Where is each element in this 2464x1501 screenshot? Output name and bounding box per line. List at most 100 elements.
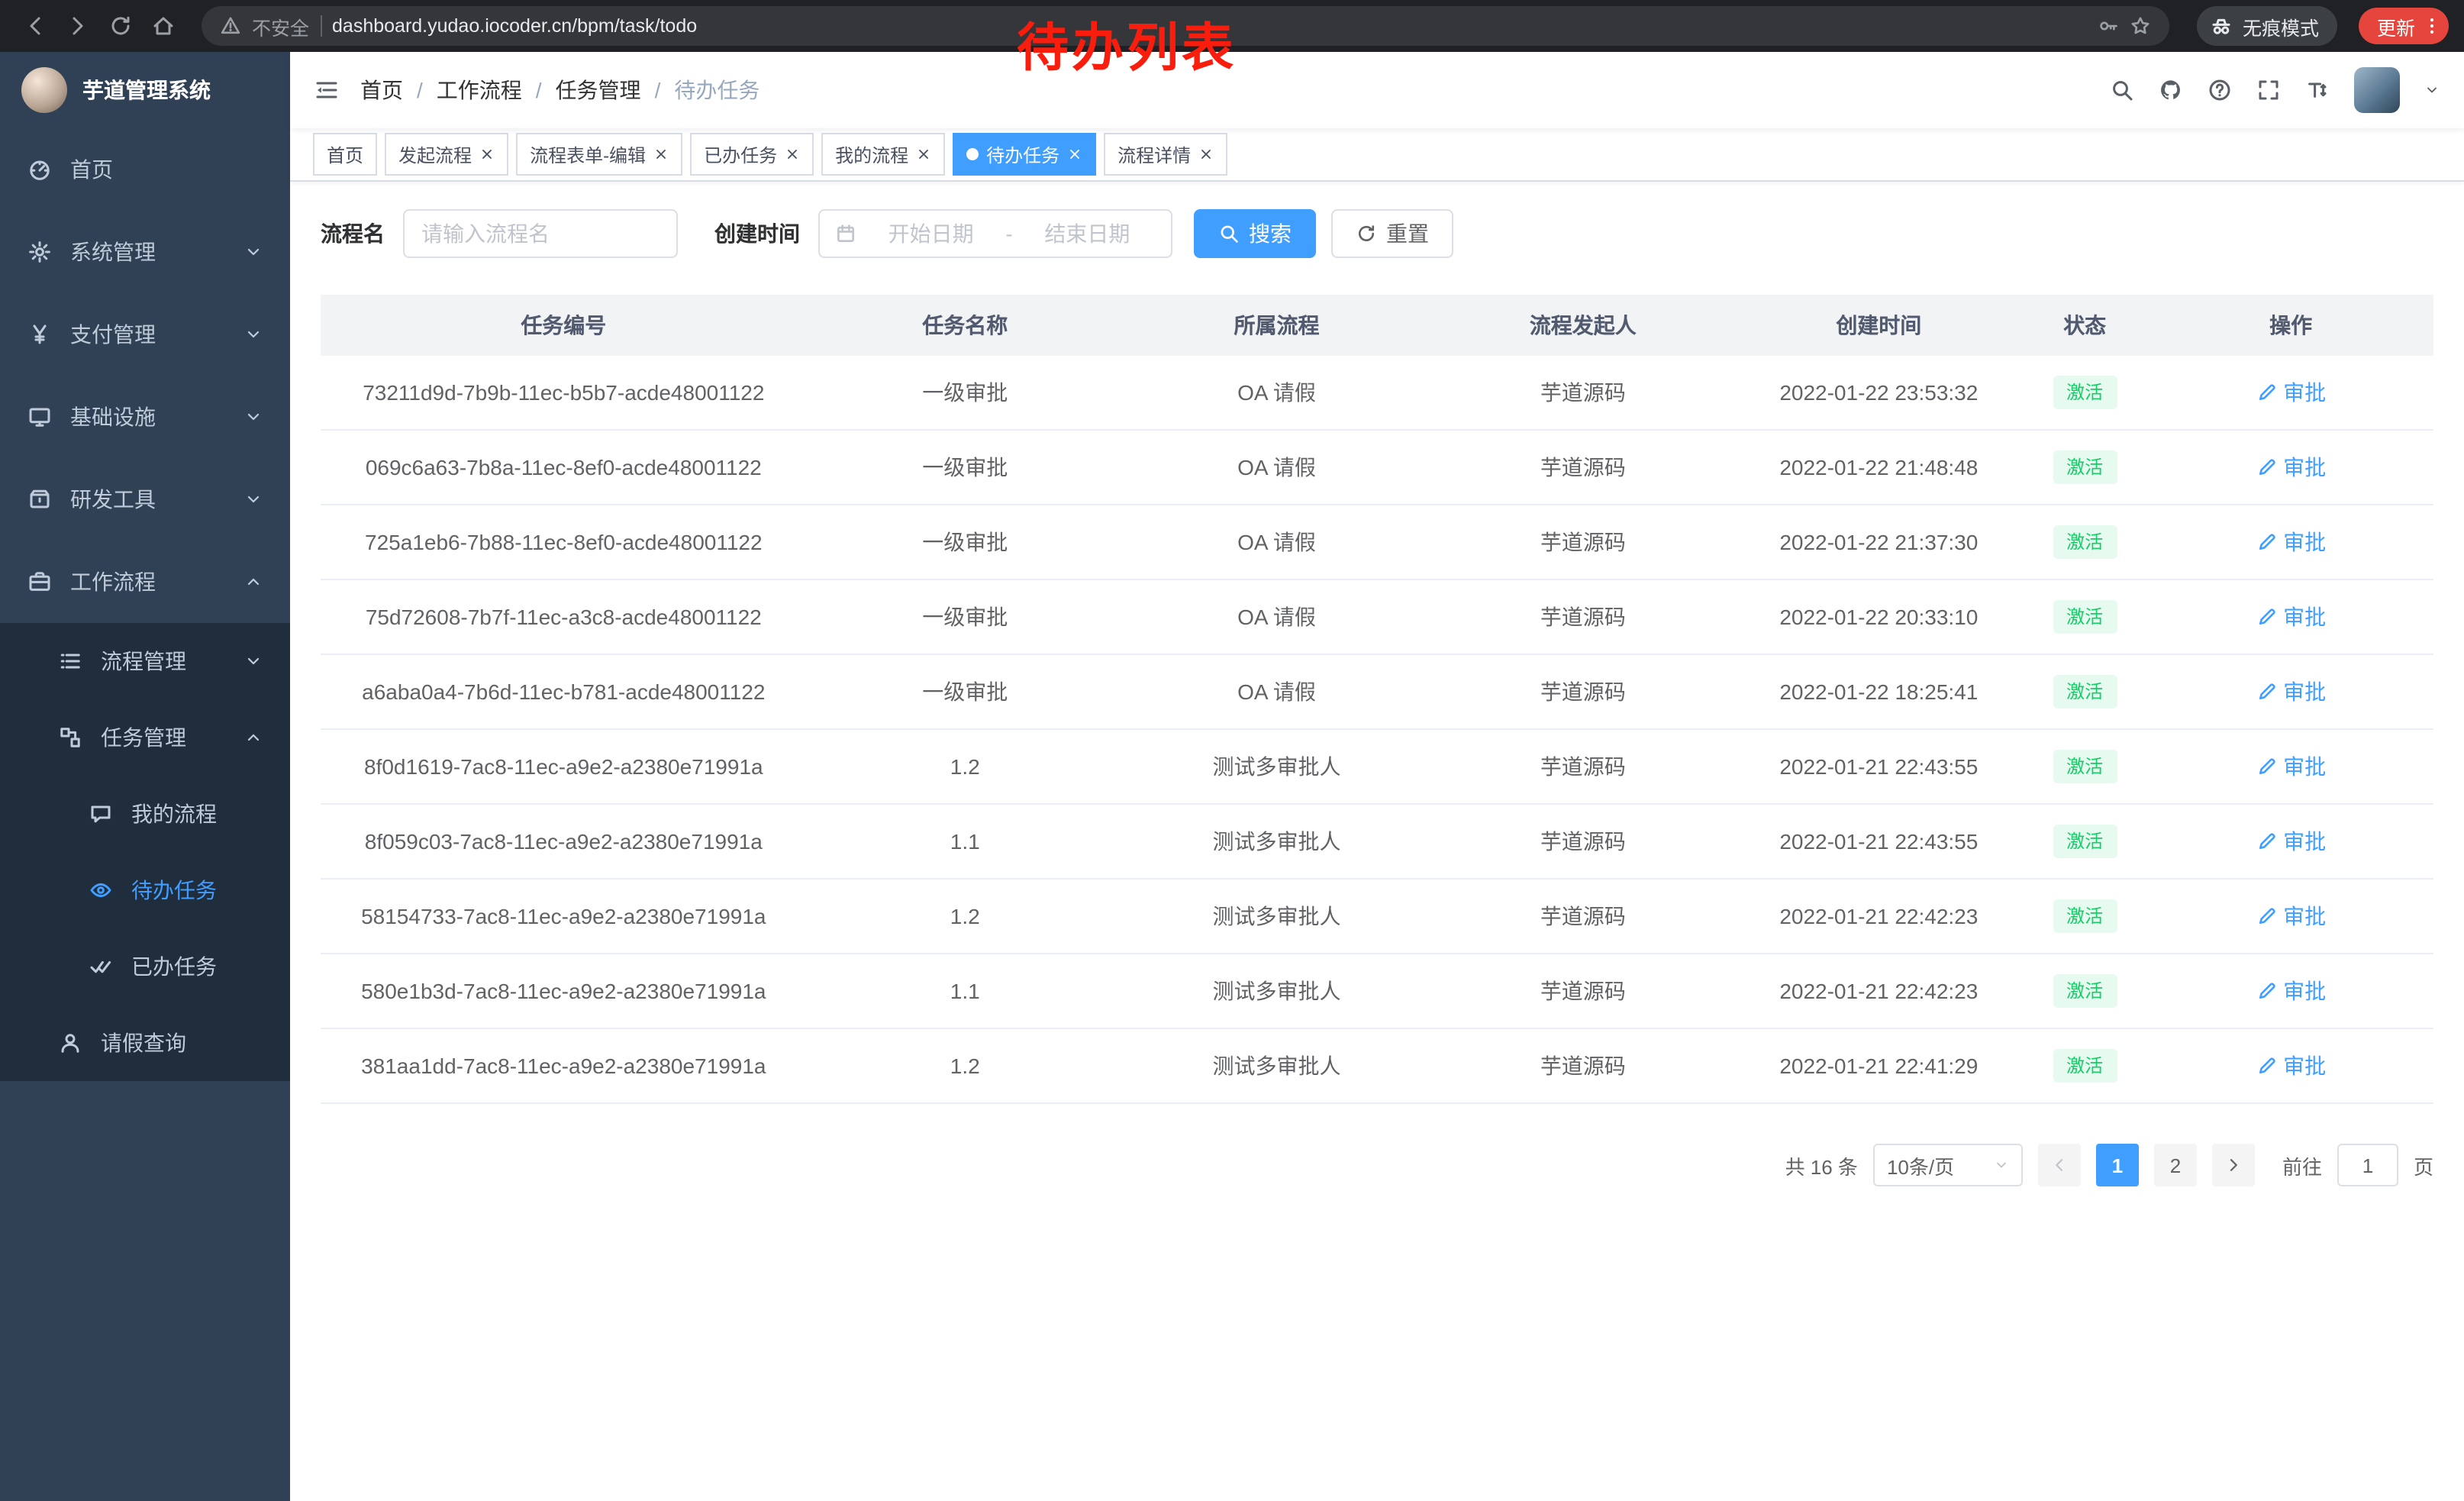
cell-created: 2022-01-22 21:37:30: [1737, 505, 2022, 579]
fullscreen-icon[interactable]: [2256, 78, 2281, 102]
goto-page-input[interactable]: [2337, 1144, 2398, 1186]
security-label[interactable]: 不安全: [252, 11, 309, 40]
breadcrumb-home[interactable]: 首页: [360, 75, 403, 105]
tab-my-process[interactable]: 我的流程: [821, 133, 945, 176]
update-button[interactable]: 更新: [2359, 8, 2449, 44]
browser-menu-icon[interactable]: [2421, 15, 2443, 37]
browser-reload-icon[interactable]: [101, 6, 140, 46]
browser-forward-icon[interactable]: [58, 6, 98, 46]
approve-button[interactable]: 审批: [2256, 976, 2326, 1006]
cell-initiator: 芋道源码: [1430, 804, 1736, 879]
approve-button[interactable]: 审批: [2256, 676, 2326, 707]
tab-done-task[interactable]: 已办任务: [690, 133, 814, 176]
avatar[interactable]: [2354, 67, 2400, 113]
cell-initiator: 芋道源码: [1430, 1028, 1736, 1103]
status-badge: 激活: [2053, 450, 2117, 484]
pen-icon: [2256, 905, 2277, 927]
incognito-label: 无痕模式: [2243, 11, 2319, 40]
tab-start-process[interactable]: 发起流程: [385, 133, 508, 176]
password-key-icon[interactable]: [2098, 15, 2119, 37]
font-size-icon[interactable]: [2305, 78, 2330, 102]
tab-home[interactable]: 首页: [313, 133, 377, 176]
pen-icon: [2256, 681, 2277, 702]
sidebar-collapse-icon[interactable]: [314, 78, 339, 102]
sidebar-item-todo-task[interactable]: 待办任务: [0, 852, 290, 928]
close-icon[interactable]: [785, 147, 800, 162]
end-date-placeholder[interactable]: 结束日期: [1019, 218, 1156, 249]
close-icon[interactable]: [1198, 147, 1214, 162]
approve-button[interactable]: 审批: [2256, 751, 2326, 782]
next-page-button[interactable]: [2212, 1144, 2255, 1186]
page-button-1[interactable]: 1: [2096, 1144, 2139, 1186]
approve-button[interactable]: 审批: [2256, 602, 2326, 632]
close-icon[interactable]: [479, 147, 495, 162]
table-row: a6aba0a4-7b6d-11ec-b781-acde48001122 一级审…: [321, 654, 2433, 729]
cell-created: 2022-01-22 18:25:41: [1737, 654, 2022, 729]
github-icon[interactable]: [2159, 78, 2183, 102]
approve-button[interactable]: 审批: [2256, 1051, 2326, 1081]
sidebar-item-label: 任务管理: [101, 722, 186, 753]
approve-button[interactable]: 审批: [2256, 826, 2326, 857]
app-logo[interactable]: 芋道管理系统: [0, 52, 290, 128]
sidebar-item-system[interactable]: 系统管理: [0, 211, 290, 293]
browser-back-icon[interactable]: [15, 6, 55, 46]
process-name-input[interactable]: [403, 209, 678, 258]
sidebar-item-my-process[interactable]: 我的流程: [0, 776, 290, 852]
search-button[interactable]: 搜索: [1194, 209, 1316, 258]
cell-action: 审批: [2148, 954, 2433, 1028]
status-badge: 激活: [2053, 1049, 2117, 1083]
cell-created: 2022-01-22 21:48:48: [1737, 430, 2022, 505]
cell-initiator: 芋道源码: [1430, 430, 1736, 505]
url-text[interactable]: dashboard.yudao.iocoder.cn/bpm/task/todo: [332, 15, 697, 37]
navbar-actions: [2110, 67, 2440, 113]
close-icon[interactable]: [1067, 147, 1082, 162]
close-icon[interactable]: [653, 147, 669, 162]
briefcase-icon: [27, 570, 52, 594]
cell-task-name: 一级审批: [807, 356, 1124, 430]
help-icon[interactable]: [2208, 78, 2232, 102]
browser-home-icon[interactable]: [144, 6, 183, 46]
start-date-placeholder[interactable]: 开始日期: [863, 218, 999, 249]
approve-button[interactable]: 审批: [2256, 527, 2326, 557]
sidebar-item-devtools[interactable]: 研发工具: [0, 458, 290, 541]
sidebar-item-label: 请假查询: [101, 1028, 186, 1058]
breadcrumb-workflow[interactable]: 工作流程: [437, 75, 522, 105]
cell-initiator: 芋道源码: [1430, 729, 1736, 804]
tab-form-edit[interactable]: 流程表单-编辑: [516, 133, 682, 176]
sidebar-item-workflow[interactable]: 工作流程: [0, 541, 290, 623]
chevron-down-icon[interactable]: [2424, 82, 2440, 98]
sidebar-item-home[interactable]: 首页: [0, 128, 290, 211]
cell-task-id: a6aba0a4-7b6d-11ec-b781-acde48001122: [321, 654, 807, 729]
col-process: 所属流程: [1124, 295, 1430, 356]
approve-button[interactable]: 审批: [2256, 377, 2326, 408]
close-icon[interactable]: [916, 147, 931, 162]
cell-task-name: 1.1: [807, 954, 1124, 1028]
sidebar-item-payment[interactable]: 支付管理: [0, 293, 290, 376]
tab-todo-task[interactable]: 待办任务: [953, 133, 1096, 176]
table-row: 725a1eb6-7b88-11ec-8ef0-acde48001122 一级审…: [321, 505, 2433, 579]
approve-button[interactable]: 审批: [2256, 901, 2326, 931]
sidebar-item-done-task[interactable]: 已办任务: [0, 928, 290, 1005]
pen-icon: [2256, 606, 2277, 628]
page-size-select[interactable]: 10条/页: [1873, 1144, 2023, 1186]
bookmark-star-icon[interactable]: [2130, 15, 2151, 37]
search-icon[interactable]: [2110, 78, 2134, 102]
page-button-2[interactable]: 2: [2154, 1144, 2197, 1186]
process-name-label: 流程名: [321, 218, 385, 249]
approve-button[interactable]: 审批: [2256, 452, 2326, 483]
cell-status: 激活: [2021, 804, 2148, 879]
date-range-picker[interactable]: 开始日期 - 结束日期: [818, 209, 1172, 258]
cell-created: 2022-01-22 23:53:32: [1737, 356, 2022, 430]
breadcrumb-task-mgmt[interactable]: 任务管理: [556, 75, 641, 105]
cell-created: 2022-01-22 20:33:10: [1737, 579, 2022, 654]
sidebar-item-leave-query[interactable]: 请假查询: [0, 1005, 290, 1081]
sidebar-item-infrastructure[interactable]: 基础设施: [0, 376, 290, 458]
page-unit-label: 页: [2414, 1151, 2433, 1180]
sidebar-item-task-mgmt[interactable]: 任务管理: [0, 699, 290, 776]
sidebar-item-process-mgmt[interactable]: 流程管理: [0, 623, 290, 699]
reset-button[interactable]: 重置: [1331, 209, 1453, 258]
cell-task-id: 75d72608-7b7f-11ec-a3c8-acde48001122: [321, 579, 807, 654]
prev-page-button[interactable]: [2038, 1144, 2081, 1186]
calendar-icon: [835, 223, 856, 244]
tab-process-detail[interactable]: 流程详情: [1104, 133, 1227, 176]
